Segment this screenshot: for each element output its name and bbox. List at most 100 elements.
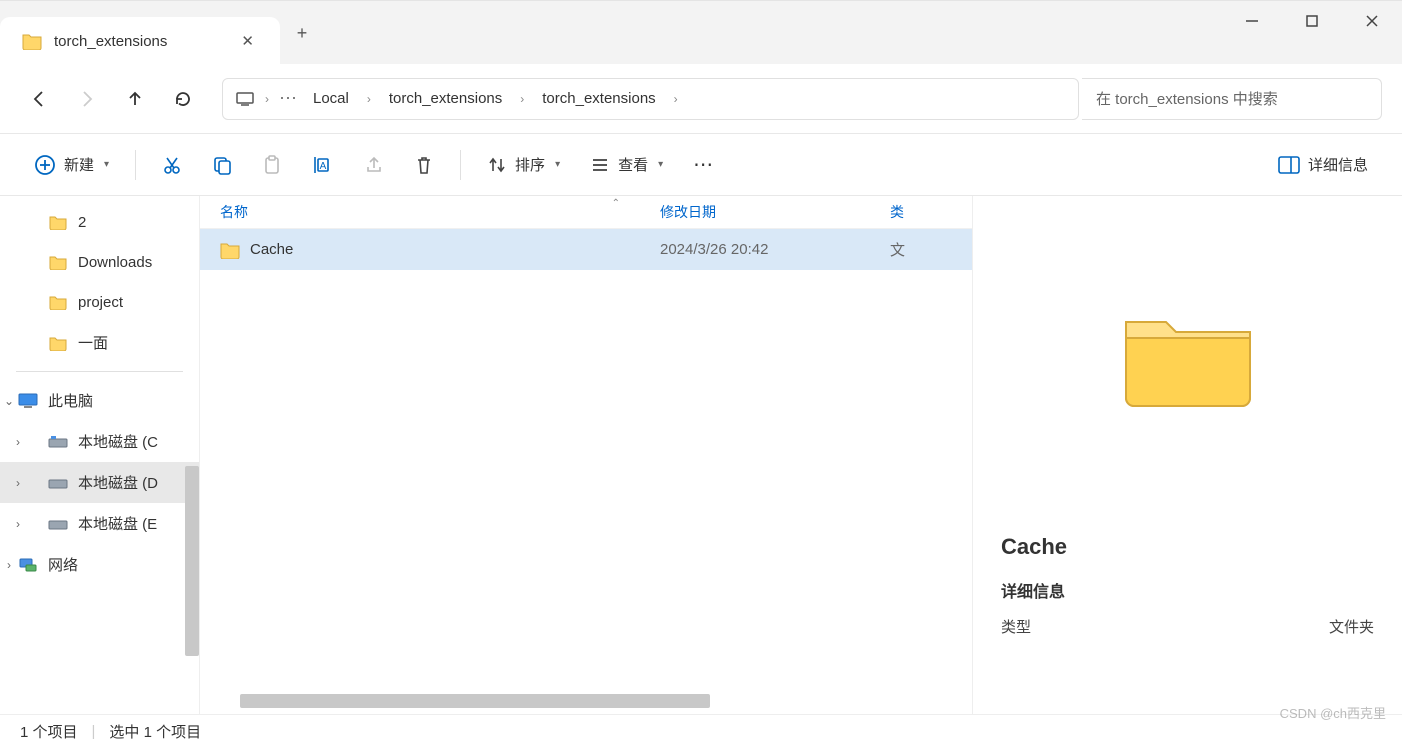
sidebar-item[interactable]: project	[0, 282, 199, 322]
address-bar[interactable]: › ⋯ Local › torch_extensions › torch_ext…	[222, 78, 1079, 120]
refresh-button[interactable]	[164, 80, 202, 118]
search-input[interactable]: 在 torch_extensions 中搜索	[1082, 78, 1382, 120]
sort-button[interactable]: 排序 ▾	[477, 148, 570, 181]
folder-preview-icon	[1118, 304, 1258, 414]
chevron-down-icon: ▾	[104, 159, 109, 170]
file-row[interactable]: Cache 2024/3/26 20:42 文	[200, 229, 972, 270]
drive-icon	[48, 473, 68, 493]
svg-text:A: A	[320, 161, 327, 172]
titlebar: torch_extensions ✕ +	[0, 0, 1402, 64]
status-bar: 1 个项目 | 选中 1 个项目	[0, 714, 1402, 748]
sidebar-item-label: 本地磁盘 (D	[78, 472, 158, 493]
sort-indicator-icon: ⌃	[612, 198, 620, 209]
sidebar-item-label: 2	[78, 214, 86, 231]
chevron-down-icon: ▾	[658, 159, 663, 170]
status-selected: 选中 1 个项目	[109, 721, 201, 742]
sidebar-item[interactable]: 一面	[0, 322, 199, 363]
view-label: 查看	[618, 154, 648, 175]
details-label: 详细信息	[1308, 154, 1368, 175]
watermark: CSDN @ch西克里	[1280, 703, 1386, 722]
tab[interactable]: torch_extensions ✕	[0, 17, 280, 65]
file-type: 文	[890, 239, 950, 260]
share-button[interactable]	[354, 149, 394, 181]
file-name-cell: Cache	[220, 240, 660, 260]
delete-button[interactable]	[404, 149, 444, 181]
sidebar-item-drive[interactable]: › 本地磁盘 (E	[0, 503, 199, 544]
chevron-down-icon[interactable]: ⌄	[2, 394, 16, 408]
rename-button[interactable]: A	[302, 149, 344, 181]
file-date: 2024/3/26 20:42	[660, 241, 890, 258]
chevron-right-icon[interactable]: ›	[16, 517, 20, 531]
sidebar-item[interactable]: 2	[0, 202, 199, 242]
detail-row: 类型 文件夹	[1001, 616, 1374, 637]
up-button[interactable]	[116, 80, 154, 118]
column-name[interactable]: 名称 ⌃	[220, 202, 660, 222]
details-pane: Cache 详细信息 类型 文件夹	[972, 196, 1402, 714]
sidebar-item-label: 本地磁盘 (C	[78, 431, 158, 452]
column-label: 修改日期	[660, 204, 716, 220]
forward-button[interactable]	[68, 80, 106, 118]
pc-icon	[18, 391, 38, 411]
back-button[interactable]	[20, 80, 58, 118]
chevron-right-icon[interactable]: ›	[363, 92, 375, 106]
folder-icon	[48, 212, 68, 232]
paste-button[interactable]	[252, 149, 292, 181]
overflow-icon[interactable]: ⋯	[279, 88, 299, 109]
maximize-button[interactable]	[1282, 1, 1342, 41]
minimize-button[interactable]	[1222, 1, 1282, 41]
breadcrumb[interactable]: torch_extensions	[381, 88, 510, 109]
chevron-right-icon[interactable]: ›	[16, 435, 20, 449]
more-icon: ⋯	[693, 152, 715, 177]
copy-button[interactable]	[202, 149, 242, 181]
column-type[interactable]: 类	[890, 202, 950, 222]
sidebar-item-network[interactable]: › 网络	[0, 544, 199, 585]
toolbar: 新建 ▾ A 排序 ▾ 查看 ▾ ⋯ 详细信息	[0, 134, 1402, 196]
sidebar-item-drive[interactable]: › 本地磁盘 (C	[0, 421, 199, 462]
main-area: 2 Downloads project 一面 ⌄ 此电脑 › 本地磁盘 (C ›	[0, 196, 1402, 714]
status-count: 1 个项目	[20, 721, 78, 742]
new-tab-button[interactable]: +	[280, 23, 324, 44]
sidebar-item[interactable]: Downloads	[0, 242, 199, 282]
details-pane-button[interactable]: 详细信息	[1268, 148, 1378, 181]
file-name: Cache	[250, 241, 293, 258]
more-button[interactable]: ⋯	[683, 146, 725, 183]
drive-icon	[48, 514, 68, 534]
chevron-right-icon[interactable]: ›	[16, 476, 20, 490]
sort-label: 排序	[515, 154, 545, 175]
new-label: 新建	[64, 154, 94, 175]
detail-title: Cache	[1001, 534, 1374, 560]
chevron-right-icon[interactable]: ›	[670, 92, 682, 106]
computer-icon	[235, 89, 255, 109]
column-label: 类	[890, 204, 904, 220]
detail-type-value: 文件夹	[1329, 616, 1374, 637]
folder-icon	[220, 240, 240, 260]
column-label: 名称	[220, 204, 248, 220]
chevron-right-icon[interactable]: ›	[516, 92, 528, 106]
sidebar: 2 Downloads project 一面 ⌄ 此电脑 › 本地磁盘 (C ›	[0, 196, 200, 714]
navbar: › ⋯ Local › torch_extensions › torch_ext…	[0, 64, 1402, 134]
separator	[135, 150, 136, 180]
folder-icon	[48, 292, 68, 312]
chevron-down-icon: ▾	[555, 159, 560, 170]
window-controls	[1222, 1, 1402, 41]
close-icon[interactable]: ✕	[233, 28, 262, 54]
chevron-right-icon[interactable]: ›	[2, 558, 16, 572]
view-button[interactable]: 查看 ▾	[580, 148, 673, 181]
chevron-right-icon[interactable]: ›	[261, 92, 273, 106]
new-button[interactable]: 新建 ▾	[24, 148, 119, 182]
breadcrumb[interactable]: Local	[305, 88, 357, 109]
divider	[16, 371, 183, 372]
column-date[interactable]: 修改日期	[660, 202, 890, 222]
cut-button[interactable]	[152, 149, 192, 181]
tab-title: torch_extensions	[54, 33, 167, 50]
detail-type-label: 类型	[1001, 616, 1031, 637]
close-button[interactable]	[1342, 1, 1402, 41]
sidebar-item-label: 本地磁盘 (E	[78, 513, 157, 534]
sidebar-item-thispc[interactable]: ⌄ 此电脑	[0, 380, 199, 421]
scrollbar[interactable]	[240, 694, 710, 708]
sidebar-item-drive[interactable]: › 本地磁盘 (D	[0, 462, 199, 503]
scrollbar[interactable]	[185, 466, 199, 656]
breadcrumb[interactable]: torch_extensions	[534, 88, 663, 109]
sidebar-item-label: 一面	[78, 332, 108, 353]
file-list: 名称 ⌃ 修改日期 类 Cache 2024/3/26 20:42 文	[200, 196, 972, 714]
